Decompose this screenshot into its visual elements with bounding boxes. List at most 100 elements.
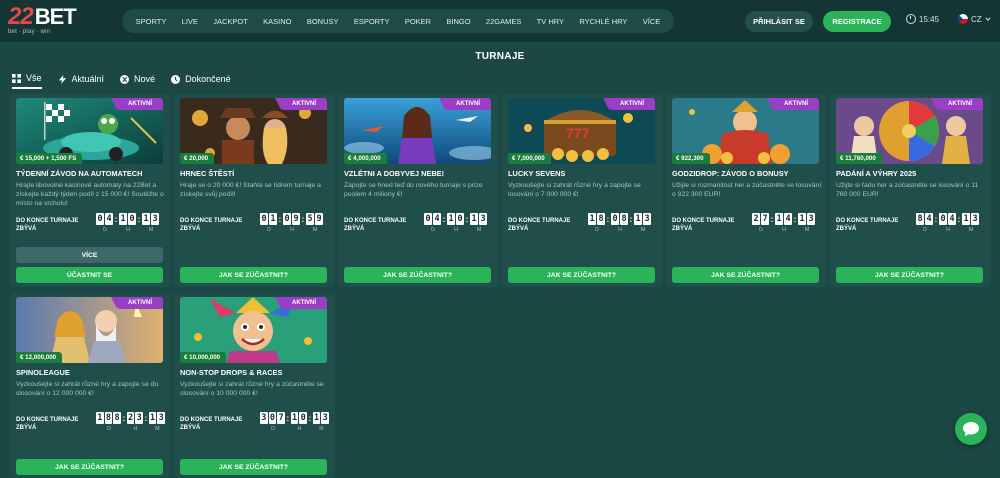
tournament-description: Hrajte libovolné kasinové automaty na 22…	[16, 182, 164, 208]
tab-new[interactable]: Nové	[120, 73, 155, 89]
countdown-unit: H	[946, 227, 950, 233]
prize-pool-label: € 11,760,000	[836, 153, 882, 164]
tournament-card[interactable]: AKTIVNÍ € 12,000,000 SPINOLEAGUE Vyzkoušejt…	[10, 293, 171, 478]
tournament-image[interactable]: AKTIVNÍ € 10,000,000	[180, 297, 327, 363]
how-to-participate-button[interactable]: JAK SE ZÚČASTNIT?	[836, 267, 983, 283]
countdown-digit: 0	[283, 213, 291, 225]
prize-pool-label: € 20,000	[180, 153, 215, 164]
countdown-separator: :	[465, 214, 469, 224]
nav-rychle-hry[interactable]: RYCHLÉ HRY	[579, 17, 627, 26]
chat-button[interactable]	[955, 413, 987, 445]
nav-kasino[interactable]: KASINO	[263, 17, 291, 26]
tournament-title: PADÁNÍ A VÝHRY 2025	[836, 169, 917, 178]
countdown-digit: 1	[470, 213, 478, 225]
how-to-participate-button[interactable]: JAK SE ZÚČASTNIT?	[344, 267, 491, 283]
countdown-digit: 8	[104, 412, 113, 424]
how-to-participate-button[interactable]: JAK SE ZÚČASTNIT?	[508, 267, 655, 283]
countdown-digit: 0	[260, 213, 268, 225]
countdown-digit: 8	[916, 213, 924, 225]
more-button[interactable]: VÍCE	[16, 247, 163, 263]
grid-icon	[12, 73, 21, 83]
tab-label: Aktuální	[71, 74, 105, 84]
brand-logo[interactable]: 22 BET bet · play · win	[8, 5, 98, 36]
countdown-digit: 1	[142, 213, 150, 225]
tournament-card[interactable]: AKTIVNÍ € 4,000,000 VZLÉTNI A DOBYVEJ NEBE…	[338, 94, 499, 287]
nav-vice[interactable]: VÍCE	[643, 17, 661, 26]
nav-jackpot[interactable]: JACKPOT	[213, 17, 248, 26]
countdown-separator: :	[606, 214, 610, 224]
countdown-digit: 3	[151, 213, 159, 225]
countdown-digit: 3	[643, 213, 651, 225]
how-to-participate-button[interactable]: JAK SE ZÚČASTNIT?	[180, 267, 327, 283]
countdown-separator: :	[144, 413, 148, 423]
countdown-digit: 1	[119, 213, 127, 225]
tournament-card[interactable]: AKTIVNÍ € 15,000 + 1,500 FS TÝDENNÍ ZÁVOD …	[10, 94, 171, 287]
tournament-card[interactable]: 777 AKTIVNÍ € 7,000,000 LUCKY SEVENS Vyzkouš…	[502, 94, 663, 287]
register-button[interactable]: REGISTRACE	[823, 11, 891, 32]
prize-pool-label: € 15,000 + 1,500 FS	[16, 153, 83, 164]
countdown-unit: H	[126, 227, 130, 233]
status-badge: AKTIVNÍ	[111, 297, 163, 309]
countdown-digit: 1	[312, 412, 321, 424]
countdown-digit: 3	[260, 412, 268, 424]
tournament-image[interactable]: AKTIVNÍ € 922,300	[672, 98, 819, 164]
nav-sporty[interactable]: SPORTY	[136, 17, 167, 26]
tab-finished[interactable]: Dokončené	[171, 73, 231, 89]
countdown-digit: 0	[456, 213, 464, 225]
countdown-digit: 9	[292, 213, 300, 225]
nav-live[interactable]: LIVE	[182, 17, 198, 26]
countdown-label: DO KONCE TURNAJE ZBÝVÁ	[16, 218, 79, 232]
tournament-image[interactable]: AKTIVNÍ € 12,000,000	[16, 297, 163, 363]
nav-bonusy[interactable]: BONUSY	[307, 17, 339, 26]
tournament-image[interactable]: 777 AKTIVNÍ € 7,000,000	[508, 98, 655, 164]
countdown-unit: D	[107, 426, 111, 432]
how-to-participate-button[interactable]: JAK SE ZÚČASTNIT?	[672, 267, 819, 283]
tournament-card[interactable]: AKTIVNÍ € 20,000 HRNEC ŠTĚSTÍ Hraje se o 20…	[174, 94, 335, 287]
countdown-digit: 4	[948, 213, 956, 225]
tab-all[interactable]: Vše	[12, 73, 42, 89]
how-to-participate-button[interactable]: JAK SE ZÚČASTNIT?	[180, 459, 327, 475]
countdown-digit: 4	[105, 213, 113, 225]
tab-label: Dokončené	[185, 74, 231, 84]
how-to-participate-button[interactable]: JAK SE ZÚČASTNIT?	[16, 459, 163, 475]
countdown-label: DO KONCE TURNAJE ZBÝVÁ	[344, 218, 407, 232]
tournament-image[interactable]: AKTIVNÍ € 20,000	[180, 98, 327, 164]
countdown-unit: M	[155, 426, 160, 432]
nav-esporty[interactable]: ESPORTY	[354, 17, 390, 26]
status-badge: AKTIVNÍ	[111, 98, 163, 110]
countdown-digit: 3	[807, 213, 815, 225]
tournament-card[interactable]: AKTIVNÍ € 922,300 GODZIDROP: ZÁVOD O BONUS…	[666, 94, 827, 287]
nav-22games[interactable]: 22GAMES	[486, 17, 521, 26]
countdown-digit: 0	[96, 213, 104, 225]
language-label: CZ	[971, 14, 982, 24]
tournament-card[interactable]: AKTIVNÍ € 11,760,000 PADÁNÍ A VÝHRY 2025 Už…	[830, 94, 991, 287]
tournament-image[interactable]: AKTIVNÍ € 15,000 + 1,500 FS	[16, 98, 163, 164]
countdown-digit: 2	[752, 213, 760, 225]
participate-button[interactable]: ÚČASTNIT SE	[16, 267, 163, 283]
nav-tv-hry[interactable]: TV HRY	[537, 17, 564, 26]
login-button[interactable]: PŘIHLÁSIT SE	[745, 11, 813, 32]
language-selector[interactable]: CZ	[958, 14, 991, 24]
logo-tagline: bet · play · win	[8, 29, 51, 35]
countdown-digit: 1	[148, 412, 157, 424]
tournament-card[interactable]: AKTIVNÍ € 10,000,000 NON-STOP DROPS & RACE…	[174, 293, 335, 478]
main-nav: SPORTY LIVE JACKPOT KASINO BONUSY ESPORTY POKE…	[122, 9, 674, 33]
tournament-image[interactable]: AKTIVNÍ € 4,000,000	[344, 98, 491, 164]
countdown-digit: 8	[597, 213, 605, 225]
tournament-title: GODZIDROP: ZÁVOD O BONUSY	[672, 169, 789, 178]
tournament-title: NON-STOP DROPS & RACES	[180, 368, 283, 377]
status-badge: AKTIVNÍ	[439, 98, 491, 110]
nav-bingo[interactable]: BINGO	[446, 17, 470, 26]
countdown-label: DO KONCE TURNAJE ZBÝVÁ	[180, 218, 243, 232]
countdown-separator: :	[957, 214, 961, 224]
tab-current[interactable]: Aktuální	[58, 73, 105, 89]
nav-poker[interactable]: POKER	[405, 17, 431, 26]
countdown-unit: D	[595, 227, 599, 233]
countdown-unit: M	[319, 426, 324, 432]
countdown-digit: 3	[971, 213, 979, 225]
countdown-unit: D	[923, 227, 927, 233]
tournament-image[interactable]: AKTIVNÍ € 11,760,000	[836, 98, 983, 164]
status-badge: AKTIVNÍ	[767, 98, 819, 110]
countdown-unit: H	[454, 227, 458, 233]
countdown-unit: M	[968, 227, 974, 233]
